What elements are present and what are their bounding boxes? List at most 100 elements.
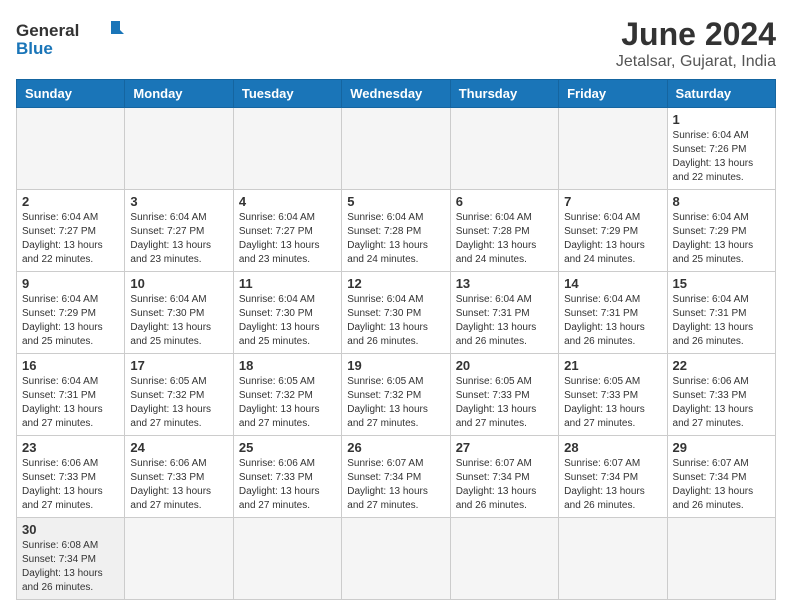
day-info: Sunrise: 6:06 AM Sunset: 7:33 PM Dayligh… bbox=[673, 375, 770, 431]
col-friday: Friday bbox=[559, 80, 667, 108]
day-info: Sunrise: 6:05 AM Sunset: 7:32 PM Dayligh… bbox=[130, 375, 227, 431]
day-info: Sunrise: 6:05 AM Sunset: 7:33 PM Dayligh… bbox=[456, 375, 553, 431]
day-info: Sunrise: 6:04 AM Sunset: 7:31 PM Dayligh… bbox=[456, 293, 553, 349]
day-info: Sunrise: 6:04 AM Sunset: 7:31 PM Dayligh… bbox=[673, 293, 770, 349]
table-row: 28 Sunrise: 6:07 AM Sunset: 7:34 PM Dayli… bbox=[559, 436, 667, 518]
svg-text:Blue: Blue bbox=[16, 39, 53, 58]
logo: General Blue bbox=[16, 16, 126, 61]
day-number: 9 bbox=[22, 276, 119, 291]
day-info: Sunrise: 6:07 AM Sunset: 7:34 PM Dayligh… bbox=[456, 457, 553, 513]
day-number: 8 bbox=[673, 194, 770, 209]
day-info: Sunrise: 6:06 AM Sunset: 7:33 PM Dayligh… bbox=[130, 457, 227, 513]
table-row: 4Sunrise: 6:04 AM Sunset: 7:27 PM Daylig… bbox=[233, 190, 341, 272]
table-row: 17 Sunrise: 6:05 AM Sunset: 7:32 PM Dayli… bbox=[125, 354, 233, 436]
day-info: Sunrise: 6:05 AM Sunset: 7:32 PM Dayligh… bbox=[239, 375, 336, 431]
day-info: Sunrise: 6:07 AM Sunset: 7:34 PM Dayligh… bbox=[564, 457, 661, 513]
day-number: 7 bbox=[564, 194, 661, 209]
day-number: 1 bbox=[673, 112, 770, 127]
header: General Blue June 2024 Jetalsar, Gujarat… bbox=[16, 16, 776, 71]
day-info: Sunrise: 6:04 AM Sunset: 7:29 PM Dayligh… bbox=[564, 211, 661, 267]
calendar-table: Sunday Monday Tuesday Wednesday Thursday… bbox=[16, 79, 776, 600]
col-thursday: Thursday bbox=[450, 80, 558, 108]
day-number: 14 bbox=[564, 276, 661, 291]
calendar-week-row: 9 Sunrise: 6:04 AM Sunset: 7:29 PM Daylig… bbox=[17, 272, 776, 354]
day-number: 23 bbox=[22, 440, 119, 455]
day-number: 19 bbox=[347, 358, 444, 373]
day-info: Sunrise: 6:04 AM Sunset: 7:30 PM Dayligh… bbox=[347, 293, 444, 349]
table-row: 10Sunrise: 6:04 AM Sunset: 7:30 PM Dayli… bbox=[125, 272, 233, 354]
table-row bbox=[125, 108, 233, 190]
day-number: 6 bbox=[456, 194, 553, 209]
day-info: Sunrise: 6:04 AM Sunset: 7:28 PM Dayligh… bbox=[347, 211, 444, 267]
day-info: Sunrise: 6:04 AM Sunset: 7:27 PM Dayligh… bbox=[130, 211, 227, 267]
main-title: June 2024 bbox=[616, 16, 776, 53]
day-number: 30 bbox=[22, 522, 119, 537]
table-row: 6 Sunrise: 6:04 AM Sunset: 7:28 PM Daylig… bbox=[450, 190, 558, 272]
table-row bbox=[342, 518, 450, 600]
table-row: 20 Sunrise: 6:05 AM Sunset: 7:33 PM Dayli… bbox=[450, 354, 558, 436]
table-row: 23Sunrise: 6:06 AM Sunset: 7:33 PM Dayli… bbox=[17, 436, 125, 518]
day-number: 2 bbox=[22, 194, 119, 209]
table-row: 18Sunrise: 6:05 AM Sunset: 7:32 PM Dayli… bbox=[233, 354, 341, 436]
table-row: 21 Sunrise: 6:05 AM Sunset: 7:33 PM Dayli… bbox=[559, 354, 667, 436]
table-row: 2Sunrise: 6:04 AM Sunset: 7:27 PM Daylig… bbox=[17, 190, 125, 272]
calendar-week-row: 2 Sunrise: 6:04 AM Sunset: 7:27 PM Daylig… bbox=[17, 190, 776, 272]
day-info: Sunrise: 6:04 AM Sunset: 7:29 PM Dayligh… bbox=[22, 293, 119, 349]
day-number: 20 bbox=[456, 358, 553, 373]
day-info: Sunrise: 6:08 AM Sunset: 7:34 PM Dayligh… bbox=[22, 539, 119, 595]
day-info: Sunrise: 6:04 AM Sunset: 7:26 PM Dayligh… bbox=[673, 129, 770, 185]
table-row: 5 Sunrise: 6:04 AM Sunset: 7:28 PM Daylig… bbox=[342, 190, 450, 272]
page-container: General Blue June 2024 Jetalsar, Gujarat… bbox=[16, 16, 776, 600]
table-row: 16Sunrise: 6:04 AM Sunset: 7:31 PM Dayli… bbox=[17, 354, 125, 436]
day-info: Sunrise: 6:06 AM Sunset: 7:33 PM Dayligh… bbox=[239, 457, 336, 513]
calendar-week-row: 23 Sunrise: 6:06 AM Sunset: 7:33 PM Dayli… bbox=[17, 436, 776, 518]
table-row bbox=[233, 108, 341, 190]
day-number: 21 bbox=[564, 358, 661, 373]
col-monday: Monday bbox=[125, 80, 233, 108]
col-tuesday: Tuesday bbox=[233, 80, 341, 108]
day-number: 5 bbox=[347, 194, 444, 209]
table-row bbox=[125, 518, 233, 600]
day-info: Sunrise: 6:07 AM Sunset: 7:34 PM Dayligh… bbox=[347, 457, 444, 513]
logo-svg: General Blue bbox=[16, 16, 126, 61]
col-saturday: Saturday bbox=[667, 80, 775, 108]
table-row bbox=[559, 518, 667, 600]
day-number: 28 bbox=[564, 440, 661, 455]
day-info: Sunrise: 6:05 AM Sunset: 7:33 PM Dayligh… bbox=[564, 375, 661, 431]
table-row: 27 Sunrise: 6:07 AM Sunset: 7:34 PM Dayli… bbox=[450, 436, 558, 518]
table-row: 19Sunrise: 6:05 AM Sunset: 7:32 PM Dayli… bbox=[342, 354, 450, 436]
subtitle: Jetalsar, Gujarat, India bbox=[616, 53, 776, 71]
day-number: 25 bbox=[239, 440, 336, 455]
table-row: 24 Sunrise: 6:06 AM Sunset: 7:33 PM Dayli… bbox=[125, 436, 233, 518]
calendar-week-row: 16Sunrise: 6:04 AM Sunset: 7:31 PM Dayli… bbox=[17, 354, 776, 436]
col-sunday: Sunday bbox=[17, 80, 125, 108]
day-number: 15 bbox=[673, 276, 770, 291]
title-section: June 2024 Jetalsar, Gujarat, India bbox=[616, 16, 776, 71]
svg-text:General: General bbox=[16, 21, 79, 40]
table-row: 22Sunrise: 6:06 AM Sunset: 7:33 PM Dayli… bbox=[667, 354, 775, 436]
calendar-header-row: Sunday Monday Tuesday Wednesday Thursday… bbox=[17, 80, 776, 108]
day-info: Sunrise: 6:04 AM Sunset: 7:30 PM Dayligh… bbox=[130, 293, 227, 349]
day-number: 24 bbox=[130, 440, 227, 455]
day-number: 29 bbox=[673, 440, 770, 455]
day-info: Sunrise: 6:04 AM Sunset: 7:30 PM Dayligh… bbox=[239, 293, 336, 349]
table-row bbox=[233, 518, 341, 600]
day-number: 11 bbox=[239, 276, 336, 291]
table-row: 14 Sunrise: 6:04 AM Sunset: 7:31 PM Dayli… bbox=[559, 272, 667, 354]
table-row: 8 Sunrise: 6:04 AM Sunset: 7:29 PM Daylig… bbox=[667, 190, 775, 272]
table-row: 26 Sunrise: 6:07 AM Sunset: 7:34 PM Dayli… bbox=[342, 436, 450, 518]
calendar-week-row: 1 Sunrise: 6:04 AM Sunset: 7:26 PM Daylig… bbox=[17, 108, 776, 190]
table-row bbox=[342, 108, 450, 190]
day-number: 27 bbox=[456, 440, 553, 455]
table-row: 3Sunrise: 6:04 AM Sunset: 7:27 PM Daylig… bbox=[125, 190, 233, 272]
table-row: 9 Sunrise: 6:04 AM Sunset: 7:29 PM Daylig… bbox=[17, 272, 125, 354]
day-info: Sunrise: 6:04 AM Sunset: 7:28 PM Dayligh… bbox=[456, 211, 553, 267]
table-row bbox=[559, 108, 667, 190]
day-number: 26 bbox=[347, 440, 444, 455]
day-info: Sunrise: 6:04 AM Sunset: 7:29 PM Dayligh… bbox=[673, 211, 770, 267]
table-row: 1 Sunrise: 6:04 AM Sunset: 7:26 PM Daylig… bbox=[667, 108, 775, 190]
day-info: Sunrise: 6:04 AM Sunset: 7:31 PM Dayligh… bbox=[564, 293, 661, 349]
day-number: 12 bbox=[347, 276, 444, 291]
calendar-week-row: 30 Sunrise: 6:08 AM Sunset: 7:34 PM Dayli… bbox=[17, 518, 776, 600]
day-number: 17 bbox=[130, 358, 227, 373]
